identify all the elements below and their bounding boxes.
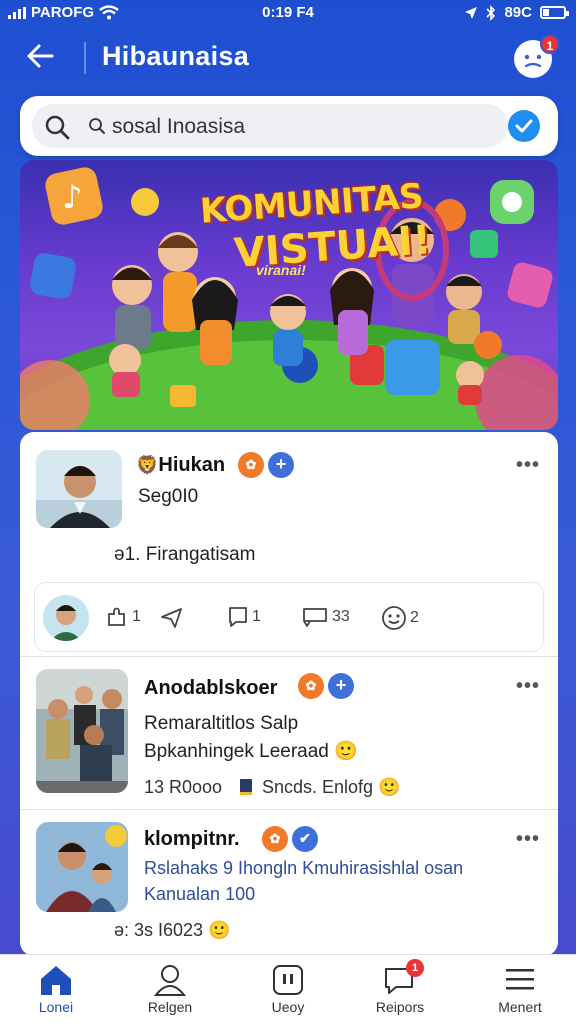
group-photo (36, 669, 128, 793)
header-divider (84, 42, 86, 74)
nav-apps[interactable]: Ueoy (238, 963, 338, 1015)
message-count: 33 (332, 608, 350, 625)
post-line-1: Remaraltitlos Salp (144, 713, 299, 734)
author-name-text: Hiukan (158, 454, 226, 476)
emoji-action[interactable]: 2 (381, 605, 419, 631)
nav-label: Menert (498, 999, 542, 1015)
bookmark-icon (240, 779, 252, 795)
lion-icon: 🦁 (136, 455, 159, 475)
post-meta-left-text: ə: 3s I6023 (114, 920, 204, 940)
nav-chat[interactable]: 1 Reipors (350, 959, 450, 1015)
puzzle-icon (108, 607, 125, 626)
profile-icon (153, 965, 187, 996)
post-item[interactable]: Anodablskoer ✿ + ••• Remaraltitlos Salp … (20, 657, 558, 809)
search-icon (45, 115, 70, 140)
comment-icon (229, 607, 247, 627)
post-photo[interactable] (36, 822, 128, 912)
apps-icon (273, 965, 303, 995)
nav-label: Reipors (375, 999, 425, 1015)
post-meta-left: ə: 3s I6023 🙂 (114, 920, 231, 941)
comment-action[interactable]: 1 (227, 605, 261, 629)
search-small-icon (89, 118, 105, 134)
user-avatar-image (43, 595, 89, 641)
post-meta-right-text: Sncds. Enlofg (262, 777, 374, 797)
follow-button[interactable]: + (328, 673, 354, 699)
puzzle-action[interactable]: 1 (105, 605, 141, 629)
more-options-button[interactable]: ••• (516, 454, 540, 477)
post-item[interactable]: 🦁Hiukan ✿ + ••• Seg0I0 ə1. Firangatisam … (20, 432, 558, 656)
search-query: sosal Inoasisa (88, 115, 245, 139)
person-photo (36, 450, 122, 528)
back-button[interactable] (22, 38, 58, 74)
search-input[interactable]: sosal Inoasisa (32, 104, 508, 148)
post-meta-right: Sncds. Enlofg 🙂 (240, 777, 401, 798)
post-item[interactable]: klompitnr. ✿ ✔ ••• Rslahaks 9 Ihongln Km… (20, 810, 558, 956)
group-badge: ✿ (238, 452, 264, 478)
battery-text: 89C (504, 4, 532, 21)
avatar[interactable] (43, 595, 89, 641)
comment-count: 1 (252, 608, 261, 625)
follow-button[interactable]: + (268, 452, 294, 478)
arrow-left-icon (27, 44, 54, 68)
profile-avatar-button[interactable]: 1 (514, 34, 560, 78)
more-options-button[interactable]: ••• (516, 828, 540, 851)
home-icon (41, 966, 71, 995)
share-icon (161, 608, 182, 628)
post-line-2: Kanualan 100 (144, 884, 256, 904)
post-author-name[interactable]: klompitnr. (144, 828, 240, 851)
bluetooth-icon (486, 4, 496, 21)
search-text: sosal Inoasisa (112, 115, 246, 138)
nav-label: Lonei (38, 999, 74, 1015)
status-bar: PAROFG 0:19 F4 89C (0, 0, 576, 26)
nav-label: Relgen (147, 999, 193, 1015)
share-action[interactable] (159, 605, 185, 629)
app-header: Hibaunaisa 1 (0, 34, 576, 80)
group-badge: ✿ (262, 826, 288, 852)
nav-label: Ueoy (271, 999, 305, 1015)
post-body: ə1. Firangatisam (114, 544, 256, 565)
status-right: 89C (464, 4, 569, 21)
feed-card: 🦁Hiukan ✿ + ••• Seg0I0 ə1. Firangatisam … (20, 432, 558, 956)
post-photo[interactable] (36, 669, 128, 793)
nav-menu[interactable]: Menert (470, 963, 570, 1015)
puzzle-count: 1 (132, 608, 141, 625)
message-action[interactable]: 33 (301, 605, 350, 629)
smile-emoji-icon: 🙂 (334, 741, 358, 762)
post-author-name[interactable]: 🦁Hiukan (136, 454, 225, 477)
smile-emoji-icon: 🙂 (378, 777, 401, 797)
post-line-1: Rslahaks 9 Ihongln Kmuhirasishlal osan (144, 858, 464, 878)
search-bar: sosal Inoasisa (20, 96, 558, 156)
emoji-count: 2 (410, 609, 419, 626)
post-actions-bar: 1 1 33 2 (34, 582, 544, 652)
menu-icon (506, 969, 534, 990)
svg-text:♪: ♪ (62, 178, 82, 216)
verify-button[interactable] (508, 110, 540, 142)
notification-badge: 1 (540, 34, 560, 54)
post-author-photo[interactable] (36, 450, 122, 528)
nav-profile[interactable]: Relgen (120, 963, 220, 1015)
nav-badge: 1 (406, 959, 424, 977)
message-icon (303, 608, 327, 627)
check-icon (515, 119, 533, 133)
battery-icon (540, 6, 569, 19)
bottom-navigation: Lonei Relgen Ueoy 1 Reipors Menert (0, 954, 576, 1024)
emoji-icon (382, 606, 406, 630)
banner-tag: viranai! (256, 262, 306, 278)
smile-emoji-icon: 🙂 (208, 920, 231, 940)
group-badge: ✿ (298, 673, 324, 699)
post-meta-left: 13 R0ooo (144, 777, 223, 797)
post-line-2: Bpkanhingek Leeraad 🙂 (144, 739, 358, 763)
page-title: Hibaunaisa (102, 41, 250, 71)
post-author-name[interactable]: Anodablskoer (144, 677, 277, 700)
post-line-2-text: Bpkanhingek Leeraad (144, 741, 329, 762)
nav-home[interactable]: Lonei (6, 963, 106, 1015)
post-subtitle: Seg0I0 (138, 486, 199, 507)
family-photo (36, 822, 128, 912)
verified-badge: ✔ (292, 826, 318, 852)
location-icon (465, 6, 478, 19)
more-options-button[interactable]: ••• (516, 675, 540, 698)
community-banner[interactable]: ♪ KOMUNITAS VISTUAI! viranai! (20, 160, 558, 430)
